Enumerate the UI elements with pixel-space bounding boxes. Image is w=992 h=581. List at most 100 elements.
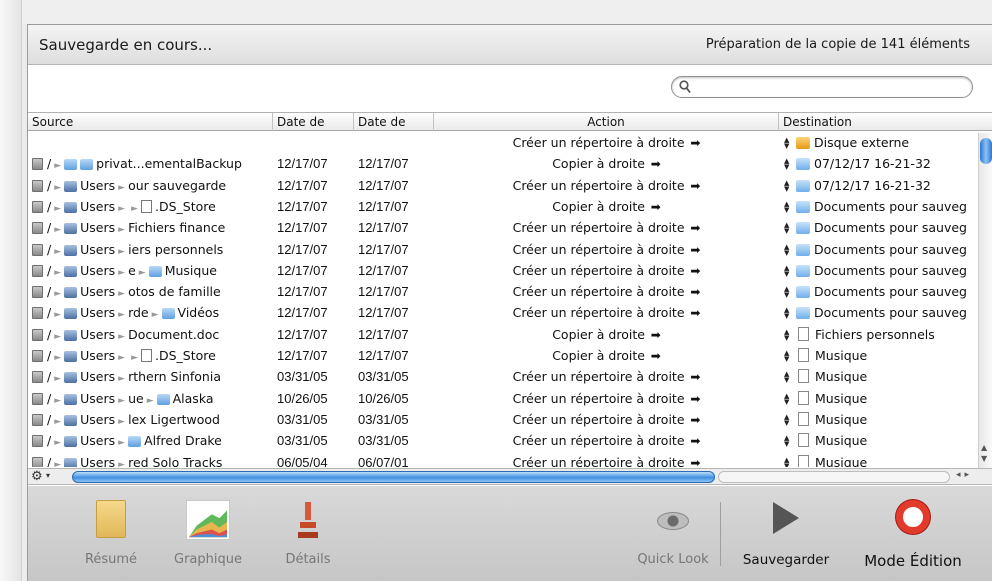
horizontal-scroll-track[interactable] <box>718 471 950 483</box>
path-separator-icon: ► <box>54 416 62 427</box>
action-cell[interactable]: Créer un répertoire à droite ➡ <box>434 369 779 384</box>
up-down-stepper-icon[interactable]: ▲ ▼ <box>784 179 790 192</box>
table-row[interactable]: / ► Users ► ► .DS_Store 12/17/07 12/17/07 Copier… <box>28 197 977 218</box>
graphique-label: Graphique <box>174 552 242 567</box>
action-cell[interactable]: Créer un répertoire à droite ➡ <box>434 433 779 448</box>
table-row[interactable]: / ► Users ► Fichiers finance 12/17/07 12/17/07… <box>28 218 977 239</box>
mode-edition-button[interactable]: Mode Édition <box>843 486 983 581</box>
action-cell[interactable]: Créer un répertoire à droite ➡ <box>434 305 779 320</box>
path-separator-icon: ► <box>54 289 62 300</box>
source-path: / ► Users ► rde ► Vidéos <box>32 305 272 320</box>
up-down-stepper-icon[interactable]: ▲ ▼ <box>784 243 790 256</box>
table-row[interactable]: / ► Users ► otos de famille 12/17/07 12/17/07 C… <box>28 282 977 303</box>
action-cell[interactable]: Créer un répertoire à droite ➡ <box>434 391 779 406</box>
document-icon <box>798 390 809 405</box>
quicklook-label: Quick Look <box>637 552 709 567</box>
up-down-stepper-icon[interactable]: ▲ ▼ <box>784 222 790 235</box>
column-header-destination[interactable]: Destination <box>779 113 992 131</box>
table-row[interactable]: / ► Users ► Alfred Drake 03/31/05 03/31/05 Crée… <box>28 431 977 452</box>
table-row[interactable]: Créer un répertoire à droite ➡ ▲ ▼ Disque e… <box>28 133 977 154</box>
action-label: Copier à droite <box>552 326 645 342</box>
destination-name: Documents pour sauveg <box>814 305 967 321</box>
destination-date: 06/07/01 <box>358 454 409 468</box>
path-separator-icon: ► <box>54 161 62 172</box>
path-segment: / <box>47 262 52 278</box>
arrow-right-icon: ➡ <box>686 221 701 236</box>
up-down-stepper-icon[interactable]: ▲ ▼ <box>784 350 790 363</box>
source-date: 12/17/07 <box>277 348 328 363</box>
path-segment: Document.doc <box>128 326 220 342</box>
sauvegarder-button[interactable]: Sauvegarder <box>731 486 841 581</box>
action-label: Créer un répertoire à droite <box>512 305 685 321</box>
up-down-stepper-icon[interactable]: ▲ ▼ <box>784 158 790 171</box>
resume-button[interactable]: Résumé <box>56 486 166 581</box>
vertical-scrollbar[interactable]: ▲ ▼ <box>978 133 992 468</box>
up-down-stepper-icon[interactable]: ▲ ▼ <box>784 435 790 448</box>
table-row[interactable]: / ► Users ► red Solo Tracks 06/05/04 06/07/01 C… <box>28 453 977 468</box>
search-input[interactable] <box>671 76 973 98</box>
gear-icon[interactable]: ⚙ <box>31 469 43 484</box>
table-row[interactable]: / ► Users ► Document.doc 12/17/07 12/17/07 Copi… <box>28 325 977 346</box>
up-down-stepper-icon[interactable]: ▲ ▼ <box>784 328 790 341</box>
up-down-stepper-icon[interactable]: ▲ ▼ <box>784 286 790 299</box>
folder-icon <box>148 265 162 277</box>
action-cell[interactable]: Créer un répertoire à droite ➡ <box>434 412 779 427</box>
up-down-stepper-icon[interactable]: ▲ ▼ <box>784 456 790 467</box>
action-cell[interactable]: Créer un répertoire à droite ➡ <box>434 263 779 278</box>
table-row[interactable]: / ► Users ► rde ► Vidéos 12/17/07 12/17/07 Créer … <box>28 303 977 324</box>
table-row[interactable]: / ► Users ► ue ► Alaska 10/26/05 10/26/05 Créer u… <box>28 389 977 410</box>
path-separator-icon: ► <box>54 267 62 278</box>
up-down-stepper-icon[interactable]: ▲ ▼ <box>784 137 790 150</box>
action-cell[interactable]: Créer un répertoire à droite ➡ <box>434 284 779 299</box>
horizontal-scroll-arrows-icon[interactable]: ◂▸ <box>956 470 973 480</box>
column-header-date-destination[interactable]: Date de <box>354 113 434 131</box>
quicklook-button[interactable]: Quick Look <box>618 486 728 581</box>
path-separator-icon: ► <box>54 395 62 406</box>
table-row[interactable]: / ► Users ► e ► Musique 12/17/07 12/17/07 Créer u… <box>28 261 977 282</box>
vertical-scroll-thumb[interactable] <box>980 138 992 164</box>
graphique-button[interactable]: Graphique <box>153 486 263 581</box>
source-date: 12/17/07 <box>277 220 328 236</box>
action-cell[interactable]: Copier à droite ➡ <box>434 327 779 342</box>
path-separator-icon: ► <box>54 374 62 385</box>
up-down-stepper-icon[interactable]: ▲ ▼ <box>784 264 790 277</box>
microscope-icon <box>298 502 318 538</box>
chevron-down-icon[interactable]: ▾ <box>46 471 50 480</box>
up-down-stepper-icon[interactable]: ▲ ▼ <box>784 307 790 320</box>
details-button[interactable]: Détails <box>253 486 363 581</box>
path-separator-icon: ► <box>118 374 126 385</box>
table-row[interactable]: / ► Users ► our sauvegarde 12/17/07 12/17/07 Cr… <box>28 176 977 197</box>
destination-name: 07/12/17 16-21-32 <box>814 177 931 193</box>
scroll-down-arrow-icon[interactable]: ▼ <box>981 454 987 463</box>
table-row[interactable]: / ► Users ► ► .DS_Store 12/17/07 12/17/07 Copier… <box>28 346 977 367</box>
action-cell[interactable]: Copier à droite ➡ <box>434 156 779 171</box>
action-cell[interactable]: Créer un répertoire à droite ➡ <box>434 178 779 193</box>
path-segment: / <box>47 220 52 236</box>
action-cell[interactable]: Copier à droite ➡ <box>434 348 779 363</box>
up-down-stepper-icon[interactable]: ▲ ▼ <box>784 413 790 426</box>
column-header-date-source[interactable]: Date de <box>273 113 354 131</box>
path-segment: Musique <box>164 262 217 278</box>
table-row[interactable]: / ► privat...ementalBackup 12/17/07 12/17/07… <box>28 154 977 175</box>
path-separator-icon: ► <box>118 416 126 427</box>
path-segment: Users <box>80 305 116 321</box>
destination-cell: ▲ ▼ Musique <box>784 348 977 363</box>
column-header-source[interactable]: Source <box>28 113 273 131</box>
scroll-up-arrow-icon[interactable]: ▲ <box>981 443 987 452</box>
action-cell[interactable]: Créer un répertoire à droite ➡ <box>434 455 779 468</box>
up-down-stepper-icon[interactable]: ▲ ▼ <box>784 200 790 213</box>
up-down-stepper-icon[interactable]: ▲ ▼ <box>784 392 790 405</box>
action-cell[interactable]: Créer un répertoire à droite ➡ <box>434 220 779 235</box>
table-row[interactable]: / ► Users ► rthern Sinfonia 03/31/05 03/31/05 C… <box>28 367 977 388</box>
destination-cell: ▲ ▼ 07/12/17 16-21-32 <box>784 156 977 171</box>
action-cell[interactable]: Créer un répertoire à droite ➡ <box>434 242 779 257</box>
source-path: / ► Users ► Document.doc <box>32 327 272 342</box>
arrow-right-icon: ➡ <box>646 327 661 342</box>
table-row[interactable]: / ► Users ► iers personnels 12/17/07 12/17/07 C… <box>28 240 977 261</box>
table-row[interactable]: / ► Users ► lex Ligertwood 03/31/05 03/31/05 Cr… <box>28 410 977 431</box>
action-cell[interactable]: Créer un répertoire à droite ➡ <box>434 135 779 150</box>
action-cell[interactable]: Copier à droite ➡ <box>434 199 779 214</box>
destination-date: 10/26/05 <box>358 390 409 406</box>
column-header-action[interactable]: Action <box>434 113 779 131</box>
up-down-stepper-icon[interactable]: ▲ ▼ <box>784 371 790 384</box>
